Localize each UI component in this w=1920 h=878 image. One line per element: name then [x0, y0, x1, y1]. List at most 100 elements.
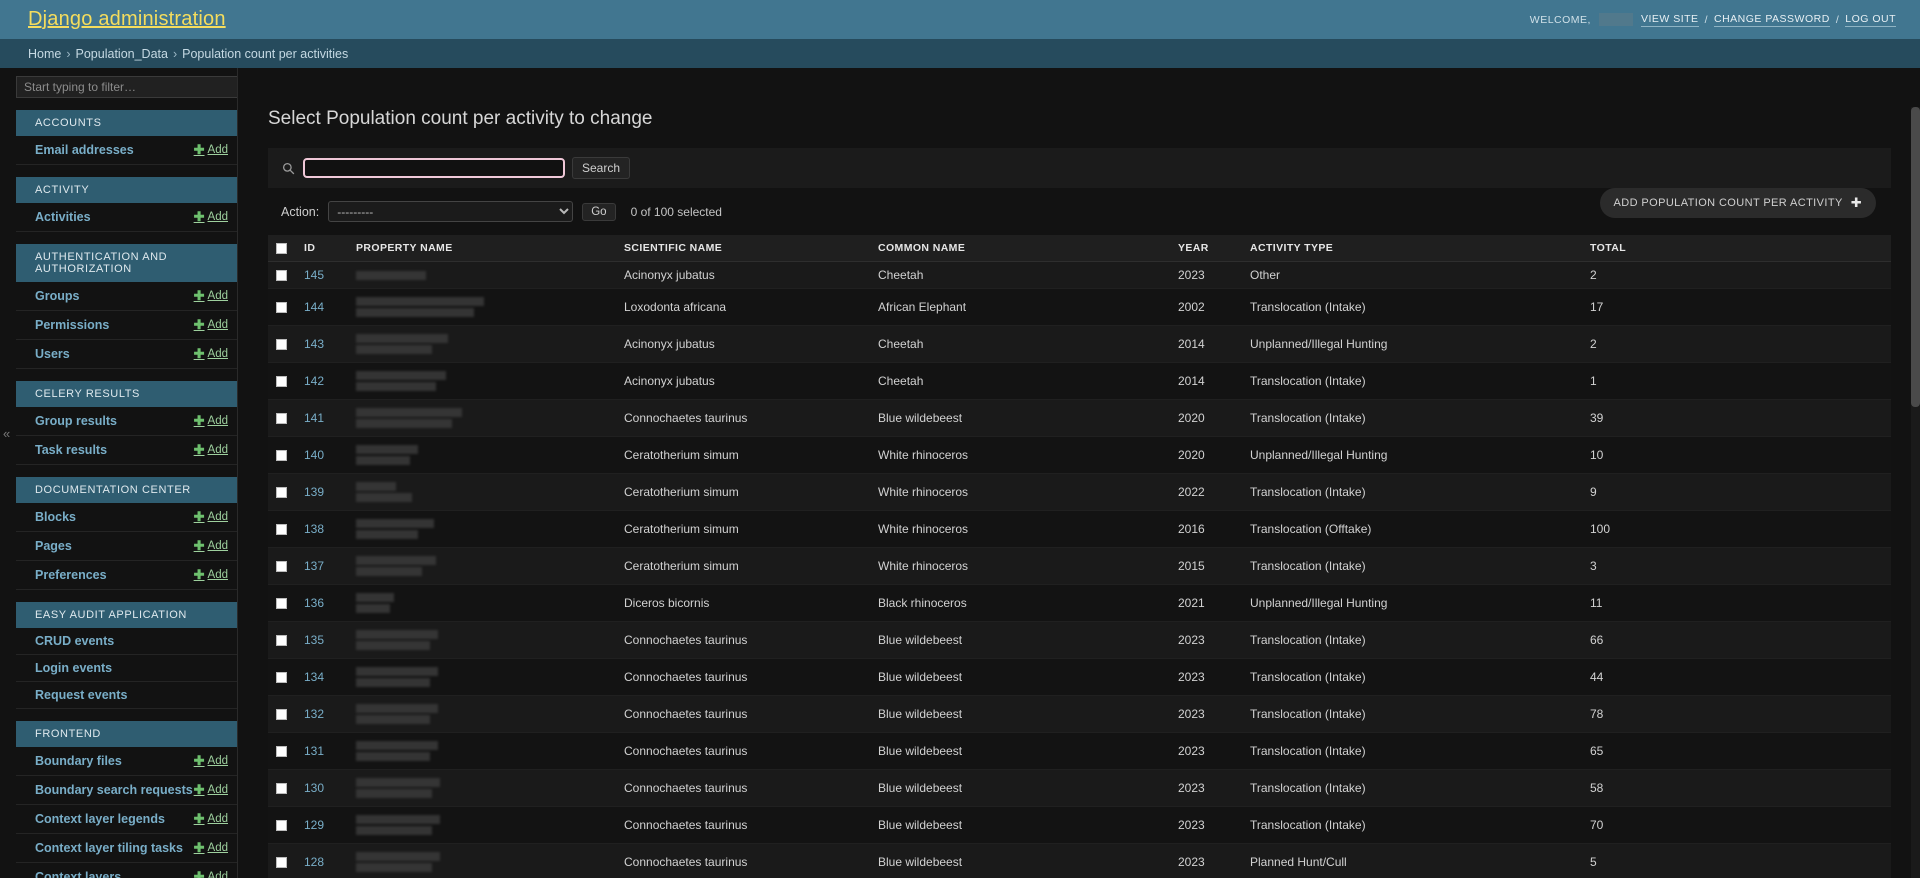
sidebar-item-label[interactable]: Context layers: [35, 870, 121, 878]
sidebar-item-label[interactable]: Boundary files: [35, 754, 122, 768]
row-id-link[interactable]: 145: [304, 268, 324, 282]
row-id-link[interactable]: 140: [304, 448, 324, 462]
sidebar-item-label[interactable]: CRUD events: [35, 634, 114, 648]
sidebar-item-context-layers[interactable]: Context layers ✚ Add: [16, 863, 237, 878]
sidebar-item-pages[interactable]: Pages ✚ Add: [16, 532, 237, 561]
row-checkbox[interactable]: [276, 746, 287, 758]
breadcrumb-home[interactable]: Home: [28, 47, 61, 61]
table-row[interactable]: 143 Acinonyx jubatus Cheetah 2014 Unplanned/…: [268, 325, 1891, 363]
row-id-link[interactable]: 138: [304, 522, 324, 536]
sidebar-item-label[interactable]: Blocks: [35, 510, 76, 524]
view-site-link[interactable]: VIEW SITE: [1640, 13, 1699, 27]
sidebar-item-label[interactable]: Pages: [35, 539, 72, 553]
sidebar-add-link[interactable]: ✚ Add: [194, 567, 228, 583]
sidebar-item-context-layer-legends[interactable]: Context layer legends ✚ Add: [16, 805, 237, 834]
row-id-link[interactable]: 142: [304, 374, 324, 388]
row-checkbox[interactable]: [276, 598, 287, 610]
scrollbar-thumb[interactable]: [1911, 107, 1920, 407]
sidebar-item-preferences[interactable]: Preferences ✚ Add: [16, 561, 237, 590]
header-common-name[interactable]: COMMON NAME: [870, 235, 1170, 262]
header-activity-type[interactable]: ACTIVITY TYPE: [1242, 235, 1582, 262]
change-password-link[interactable]: CHANGE PASSWORD: [1713, 13, 1830, 27]
sidebar-item-label[interactable]: Activities: [35, 210, 91, 224]
sidebar-add-link[interactable]: ✚ Add: [194, 753, 228, 769]
sidebar-add-link[interactable]: ✚ Add: [194, 317, 228, 333]
row-id-link[interactable]: 141: [304, 411, 324, 425]
header-total[interactable]: TOTAL: [1582, 235, 1891, 262]
sidebar-item-label[interactable]: Context layer legends: [35, 812, 165, 826]
breadcrumb-app[interactable]: Population_Data: [76, 47, 168, 61]
table-row[interactable]: 145 Acinonyx jubatus Cheetah 2023 Other 2: [268, 261, 1891, 289]
row-id-link[interactable]: 135: [304, 633, 324, 647]
sidebar-item-label[interactable]: Task results: [35, 443, 107, 457]
sidebar-item-label[interactable]: Context layer tiling tasks: [35, 841, 183, 855]
table-row[interactable]: 136 Diceros bicornis Black rhinoceros 2021 U…: [268, 584, 1891, 622]
sidebar-add-link[interactable]: ✚ Add: [194, 538, 228, 554]
search-input[interactable]: [303, 158, 565, 178]
log-out-link[interactable]: LOG OUT: [1845, 13, 1896, 27]
sidebar-item-activities[interactable]: Activities ✚ Add: [16, 203, 237, 232]
add-population-count-button[interactable]: ADD POPULATION COUNT PER ACTIVITY ✚: [1599, 188, 1876, 218]
header-scientific-name[interactable]: SCIENTIFIC NAME: [616, 235, 870, 262]
row-checkbox[interactable]: [276, 635, 287, 647]
row-id-link[interactable]: 139: [304, 485, 324, 499]
header-id[interactable]: ID: [296, 235, 348, 262]
row-checkbox[interactable]: [276, 783, 287, 795]
sidebar-item-task-results[interactable]: Task results ✚ Add: [16, 436, 237, 465]
sidebar-add-link[interactable]: ✚ Add: [194, 869, 228, 878]
sidebar-add-link[interactable]: ✚ Add: [194, 413, 228, 429]
sidebar-add-link[interactable]: ✚ Add: [194, 209, 228, 225]
table-row[interactable]: 131 Connochaetes taurinus Blue wildebeest 2…: [268, 732, 1891, 770]
table-row[interactable]: 129 Connochaetes taurinus Blue wildebeest 2…: [268, 806, 1891, 844]
action-select[interactable]: ---------Delete selected Population coun…: [328, 201, 574, 222]
row-id-link[interactable]: 130: [304, 781, 324, 795]
table-row[interactable]: 139 Ceratotherium simum White rhinoceros 20…: [268, 473, 1891, 511]
table-row[interactable]: 138 Ceratotherium simum White rhinoceros 20…: [268, 510, 1891, 548]
row-checkbox[interactable]: [276, 376, 287, 388]
row-checkbox[interactable]: [276, 339, 287, 351]
sidebar-add-link[interactable]: ✚ Add: [194, 811, 228, 827]
sidebar-item-label[interactable]: Group results: [35, 414, 117, 428]
row-id-link[interactable]: 134: [304, 670, 324, 684]
sidebar-item-label[interactable]: Login events: [35, 661, 112, 675]
row-checkbox[interactable]: [276, 487, 287, 499]
header-year[interactable]: YEAR: [1170, 235, 1242, 262]
sidebar-add-link[interactable]: ✚ Add: [194, 509, 228, 525]
sidebar-item-label[interactable]: Groups: [35, 289, 79, 303]
sidebar-add-link[interactable]: ✚ Add: [194, 782, 228, 798]
sidebar-item-label[interactable]: Permissions: [35, 318, 109, 332]
sidebar-add-link[interactable]: ✚ Add: [194, 840, 228, 856]
sidebar-add-link[interactable]: ✚ Add: [194, 288, 228, 304]
table-row[interactable]: 140 Ceratotherium simum White rhinoceros 20…: [268, 436, 1891, 474]
sidebar-add-link[interactable]: ✚ Add: [194, 442, 228, 458]
row-checkbox[interactable]: [276, 524, 287, 536]
sidebar-item-email-addresses[interactable]: Email addresses ✚ Add: [16, 136, 237, 165]
sidebar-item-label[interactable]: Preferences: [35, 568, 107, 582]
row-checkbox[interactable]: [276, 672, 287, 684]
sidebar-item-boundary-files[interactable]: Boundary files ✚ Add: [16, 747, 237, 776]
row-checkbox[interactable]: [276, 413, 287, 425]
sidebar-item-context-layer-tiling-tasks[interactable]: Context layer tiling tasks ✚ Add: [16, 834, 237, 863]
row-id-link[interactable]: 128: [304, 855, 324, 869]
sidebar-item-permissions[interactable]: Permissions ✚ Add: [16, 311, 237, 340]
sidebar-item-users[interactable]: Users ✚ Add: [16, 340, 237, 369]
sidebar-item-groups[interactable]: Groups ✚ Add: [16, 282, 237, 311]
header-property-name[interactable]: PROPERTY NAME: [348, 235, 616, 262]
sidebar-item-request-events[interactable]: Request events: [16, 682, 237, 709]
row-id-link[interactable]: 131: [304, 744, 324, 758]
sidebar-item-label[interactable]: Request events: [35, 688, 127, 702]
table-row[interactable]: 141 Connochaetes taurinus Blue wildebeest 2…: [268, 399, 1891, 437]
sidebar-add-link[interactable]: ✚ Add: [194, 346, 228, 362]
row-id-link[interactable]: 129: [304, 818, 324, 832]
table-row[interactable]: 142 Acinonyx jubatus Cheetah 2014 Translocat…: [268, 362, 1891, 400]
row-checkbox[interactable]: [276, 302, 287, 314]
row-checkbox[interactable]: [276, 270, 287, 282]
row-id-link[interactable]: 136: [304, 596, 324, 610]
sidebar-filter-input[interactable]: [16, 76, 237, 98]
row-checkbox[interactable]: [276, 450, 287, 462]
row-checkbox[interactable]: [276, 561, 287, 573]
sidebar-item-blocks[interactable]: Blocks ✚ Add: [16, 503, 237, 532]
sidebar-add-link[interactable]: ✚ Add: [194, 142, 228, 158]
row-id-link[interactable]: 137: [304, 559, 324, 573]
sidebar-item-group-results[interactable]: Group results ✚ Add: [16, 407, 237, 436]
